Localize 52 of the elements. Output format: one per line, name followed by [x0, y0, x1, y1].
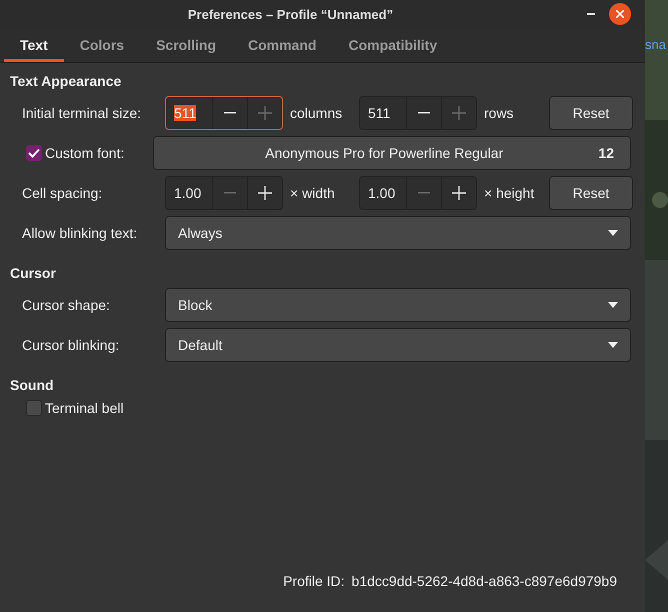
section-title: Sound	[10, 377, 55, 393]
checkbox[interactable]	[26, 145, 42, 161]
caret-icon	[608, 342, 618, 348]
plus-icon	[258, 106, 272, 120]
unit-label: rows	[484, 105, 515, 121]
link-text: sna	[645, 37, 666, 52]
field-value: 511	[368, 105, 390, 121]
close-icon	[616, 10, 624, 18]
number-field[interactable]: 1.00	[165, 176, 283, 210]
profile-id-label: Profile ID:	[283, 573, 345, 589]
caret-icon	[608, 302, 618, 308]
dropdown[interactable]: Block	[165, 288, 631, 322]
unit-label: × width	[290, 185, 336, 201]
checkbox-label: Custom font:	[45, 145, 124, 161]
section-title: Cursor	[10, 265, 57, 281]
caret-icon	[608, 230, 618, 236]
close-button[interactable]	[609, 3, 631, 25]
field-label: Initial terminal size:	[21, 105, 142, 121]
dropdown[interactable]: Always	[165, 216, 631, 250]
checkbox[interactable]	[26, 400, 42, 416]
field-value: 1.00	[368, 185, 396, 201]
field-value: 511	[174, 105, 196, 121]
minus-icon	[418, 192, 430, 194]
field-label: Cursor shape:	[21, 297, 111, 313]
reset-button[interactable]: Reset	[549, 96, 633, 130]
window-title: Preferences – Profile “Unnamed”	[186, 6, 394, 22]
field-label: Cursor blinking:	[21, 337, 120, 353]
checkbox-label: Terminal bell	[45, 400, 124, 416]
plus-icon	[452, 186, 466, 200]
minus-icon	[224, 112, 236, 114]
font-picker-button[interactable]: Anonymous Pro for Powerline Regular 12	[153, 136, 631, 170]
field-label: Cell spacing:	[21, 185, 104, 201]
plus-icon	[258, 186, 272, 200]
number-field[interactable]: 1.00	[359, 176, 477, 210]
tab[interactable]: Colors	[64, 31, 140, 62]
field-value: 1.00	[174, 185, 202, 201]
tab[interactable]: Compatibility	[332, 31, 454, 62]
check-icon	[28, 148, 40, 158]
section-title: Text Appearance	[10, 73, 122, 89]
profile-id-value: b1dcc9dd-5262-4d8d-a863-c897e6d979b9	[352, 573, 617, 589]
dropdown[interactable]: Default	[165, 328, 631, 362]
minus-icon	[224, 192, 236, 194]
field-label: Allow blinking text:	[21, 225, 138, 241]
reset-button[interactable]: Reset	[549, 176, 633, 210]
plus-icon	[452, 106, 466, 120]
unit-label: columns	[290, 105, 344, 121]
minus-icon	[418, 112, 430, 114]
minimize-icon	[587, 13, 595, 15]
tab[interactable]: Scrolling	[140, 31, 232, 62]
tab[interactable]: Command	[232, 31, 332, 62]
unit-label: × height	[484, 185, 536, 201]
tab[interactable]: Text	[4, 31, 64, 62]
